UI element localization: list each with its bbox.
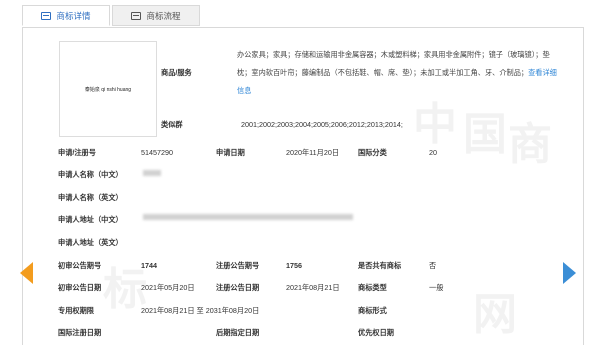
- tab-label: 商标详情: [56, 10, 91, 21]
- goods-label: 商品/服务: [161, 68, 192, 77]
- prev-arrow-icon[interactable]: [20, 262, 33, 284]
- intl-class-value: 20: [429, 148, 437, 157]
- prelim-date-label: 初审公告日期: [58, 283, 102, 292]
- name-cn-label: 申请人名称（中文）: [58, 170, 123, 179]
- goods-list: 办公家具；家具；存储和运输用非金属容器；木或塑料梯；家具用非金属附件；镜子（玻璃…: [237, 50, 550, 77]
- reg-pub-date-value: 2021年08月21日: [286, 283, 340, 292]
- reg-pub-no-value: 1756: [286, 261, 302, 270]
- watermark-char: 商: [508, 120, 552, 169]
- excl-value: 2021年08月21日 至 2031年08月20日: [141, 306, 260, 315]
- reg-pub-no-label: 注册公告期号: [216, 261, 260, 270]
- later-label: 后期指定日期: [216, 328, 260, 337]
- document-icon: [41, 11, 52, 20]
- form-label: 商标形式: [358, 306, 387, 315]
- goods-text: 办公家具；家具；存储和运输用非金属容器；木或塑料梯；家具用非金属附件；镜子（玻璃…: [237, 46, 559, 100]
- tab-bar: 商标详情 商标流程: [22, 5, 200, 27]
- tab-trademark-flow[interactable]: 商标流程: [112, 5, 200, 26]
- reg-pub-date-label: 注册公告日期: [216, 283, 260, 292]
- tab-trademark-detail[interactable]: 商标详情: [22, 5, 110, 26]
- prelim-no-label: 初审公告期号: [58, 261, 102, 270]
- trademark-image: 泰始泉 qi nshi huang: [59, 41, 157, 137]
- excl-label: 专用权期限: [58, 306, 94, 315]
- trademark-image-text: 泰始泉 qi nshi huang: [84, 86, 132, 93]
- watermark-char: 网: [473, 290, 517, 339]
- intl-reg-label: 国际注册日期: [58, 328, 102, 337]
- app-date-label: 申请日期: [216, 148, 245, 157]
- prelim-date-value: 2021年05月20日: [141, 283, 195, 292]
- next-arrow-icon[interactable]: [563, 262, 576, 284]
- prelim-no-value: 1744: [141, 261, 157, 270]
- reg-no-label: 申请/注册号: [58, 148, 96, 157]
- reg-no-value: 51457290: [141, 148, 173, 157]
- addr-cn-label: 申请人地址（中文）: [58, 215, 123, 224]
- classes-label: 类似群: [161, 120, 183, 129]
- addr-en-label: 申请人地址（英文）: [58, 238, 123, 247]
- shared-value: 否: [429, 261, 437, 270]
- app-date-value: 2020年11月20日: [286, 148, 340, 157]
- document-icon: [131, 11, 142, 20]
- intl-class-label: 国际分类: [358, 148, 387, 157]
- type-label: 商标类型: [358, 283, 387, 292]
- shared-label: 是否共有商标: [358, 261, 402, 270]
- redacted-value: [143, 214, 353, 220]
- classes-value: 2001;2002;2003;2004;2005;2006;2012;2013;…: [241, 120, 403, 129]
- tab-label: 商标流程: [146, 10, 181, 21]
- watermark-char: 国: [463, 110, 507, 159]
- redacted-value: [143, 170, 161, 176]
- priority-label: 优先权日期: [358, 328, 394, 337]
- name-en-label: 申请人名称（英文）: [58, 193, 123, 202]
- type-value: 一般: [429, 283, 444, 292]
- detail-panel: 中 国 商 标 网 泰始泉 qi nshi huang 商品/服务 办公家具；家…: [22, 27, 584, 345]
